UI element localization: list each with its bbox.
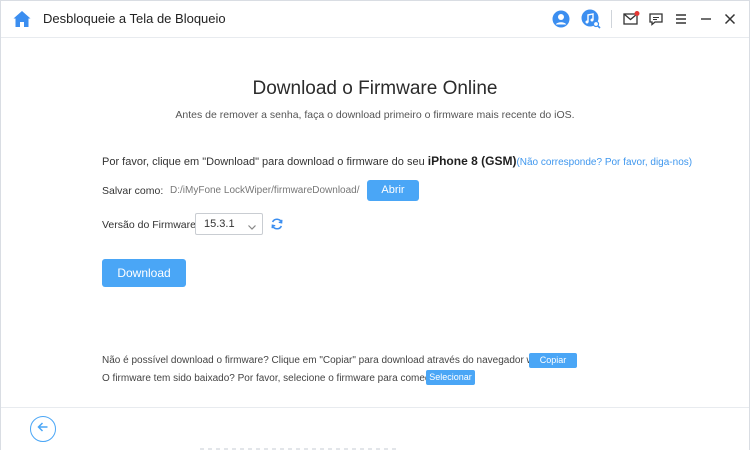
menu-icon[interactable] (671, 9, 691, 29)
device-model: iPhone 8 (GSM) (427, 154, 517, 168)
close-icon[interactable] (720, 9, 740, 29)
copy-button[interactable]: Copiar (529, 353, 577, 368)
app-window: Desbloqueie a Tela de Bloqueio Download … (0, 0, 750, 450)
toolbar-divider (611, 10, 612, 28)
instruction-text: Por favor, clique em "Download" para dow… (102, 156, 428, 168)
save-path: D:/iMyFone LockWiper/firmwareDownload/ (170, 185, 360, 196)
back-button[interactable] (30, 416, 56, 442)
minimize-icon[interactable] (696, 9, 716, 29)
select-firmware-button[interactable]: Selecionar (426, 370, 475, 385)
report-mismatch-link[interactable]: (Não corresponde? Por favor, diga-nos) (516, 157, 692, 168)
mail-icon[interactable] (621, 9, 641, 29)
select-note: O firmware tem sido baixado? Por favor, … (102, 373, 442, 384)
refresh-icon[interactable] (270, 217, 284, 231)
home-icon[interactable] (12, 9, 32, 29)
user-icon[interactable] (551, 9, 571, 29)
copy-note: Não é possível download o firmware? Cliq… (102, 355, 548, 366)
firmware-version-select[interactable]: 15.3.1 (195, 213, 263, 235)
firmware-version-value: 15.3.1 (204, 218, 235, 230)
save-as-label: Salvar como: (102, 185, 164, 197)
download-instruction: Por favor, clique em "Download" para dow… (102, 154, 692, 168)
open-folder-button[interactable]: Abrir (367, 180, 419, 201)
title-bar: Desbloqueie a Tela de Bloqueio (1, 1, 749, 38)
firmware-version-label: Versão do Firmware: (102, 219, 199, 231)
page-title: Download o Firmware Online (252, 78, 498, 99)
footer-bar (1, 407, 749, 450)
download-button[interactable]: Download (102, 259, 186, 287)
music-search-icon[interactable] (581, 9, 601, 29)
arrow-left-icon (36, 420, 50, 439)
page-subtitle: Antes de remover a senha, faça o downloa… (175, 109, 575, 121)
app-title: Desbloqueie a Tela de Bloqueio (43, 11, 226, 26)
chevron-down-icon (247, 219, 257, 230)
chat-icon[interactable] (646, 9, 666, 29)
